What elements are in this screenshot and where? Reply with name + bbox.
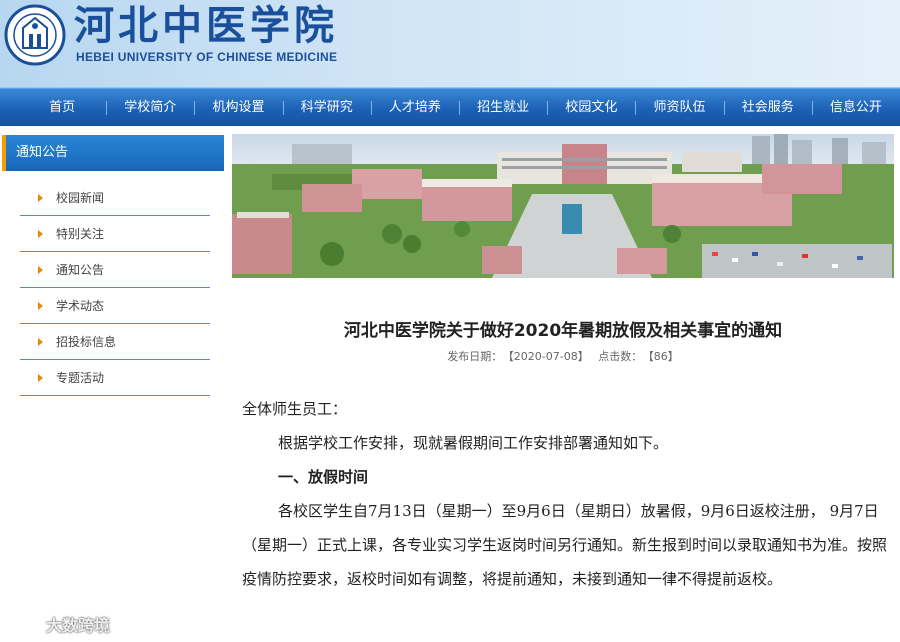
sidebar-heading: 通知公告 (2, 135, 224, 171)
site-title-en[interactable]: HEBEI UNIVERSITY OF CHINESE MEDICINE (76, 50, 337, 64)
nav-item-admissions[interactable]: 招生就业 (459, 89, 547, 127)
sidebar-item-label: 通知公告 (56, 263, 105, 277)
article-greeting: 全体师生员工： (242, 400, 348, 418)
publish-date-value: 【2020-07-08】 (508, 350, 589, 363)
site-header: 河北中医学院 HEBEI UNIVERSITY OF CHINESE MEDIC… (0, 0, 900, 88)
nav-item-education[interactable]: 人才培养 (370, 89, 459, 127)
arrow-right-icon (38, 230, 43, 238)
article-section-heading: 一、放假时间 (278, 468, 369, 486)
sidebar-item-special-focus[interactable]: 特别关注 (20, 216, 210, 252)
publish-date-label: 发布日期： (447, 350, 503, 363)
sidebar-item-academic[interactable]: 学术动态 (20, 288, 210, 324)
sidebar-item-label: 校园新闻 (56, 191, 105, 205)
arrow-right-icon (38, 338, 43, 346)
click-count-label: 点击数： (598, 350, 643, 363)
article-intro: 根据学校工作安排，现就暑假期间工作安排部署通知如下。 (278, 434, 669, 452)
arrow-right-icon (38, 266, 43, 274)
campus-banner-image (232, 134, 894, 278)
sidebar-item-label: 专题活动 (56, 371, 105, 385)
sidebar-item-label: 特别关注 (56, 227, 105, 241)
nav-item-info-disclosure[interactable]: 信息公开 (811, 89, 900, 127)
sidebar-item-label: 招投标信息 (56, 335, 117, 349)
article-meta: 发布日期： 【2020-07-08】 点击数： 【86】 (232, 348, 894, 364)
campus-aerial-illustration (232, 134, 894, 278)
nav-item-organization[interactable]: 机构设置 (194, 89, 282, 127)
article-paragraph: 各校区学生自7月13日（星期一）至9月6日（星期日）放暑假，9月6日返校注册， … (242, 502, 888, 588)
sidebar-item-campus-news[interactable]: 校园新闻 (20, 180, 210, 216)
sidebar-item-tenders[interactable]: 招投标信息 (20, 324, 210, 360)
sidebar-item-special-events[interactable]: 专题活动 (20, 360, 210, 396)
watermark: 大数跨境 (6, 612, 110, 636)
arrow-right-icon (38, 302, 43, 310)
nav-item-faculty[interactable]: 师资队伍 (635, 89, 723, 127)
click-count-value: 【86】 (648, 350, 679, 363)
watermark-text: 大数跨境 (46, 616, 111, 635)
nav-item-social-service[interactable]: 社会服务 (723, 89, 812, 127)
nav-item-research[interactable]: 科学研究 (282, 89, 371, 127)
site-title-cn[interactable]: 河北中医学院 (74, 2, 338, 50)
nav-item-home[interactable]: 首页 (18, 89, 106, 127)
article-title: 河北中医学院关于做好2020年暑期放假及相关事宜的通知 (343, 321, 783, 341)
nav-item-campus-culture[interactable]: 校园文化 (547, 89, 635, 127)
sidebar-item-notices[interactable]: 通知公告 (20, 252, 210, 288)
sidebar-item-label: 学术动态 (56, 299, 105, 313)
arrow-right-icon (38, 374, 43, 382)
sidebar-list: 校园新闻 特别关注 通知公告 学术动态 招投标信息 专题活动 (20, 180, 210, 396)
main-nav: 首页 学校简介 机构设置 科学研究 人才培养 招生就业 校园文化 师资队伍 社会… (0, 88, 900, 126)
article-body: 全体师生员工： 根据学校工作安排，现就暑假期间工作安排部署通知如下。 一、放假时… (242, 392, 888, 596)
university-seal-icon[interactable] (4, 4, 66, 66)
arrow-right-icon (38, 194, 43, 202)
watermark-logo-icon (7, 615, 39, 633)
nav-item-about[interactable]: 学校简介 (106, 89, 194, 127)
